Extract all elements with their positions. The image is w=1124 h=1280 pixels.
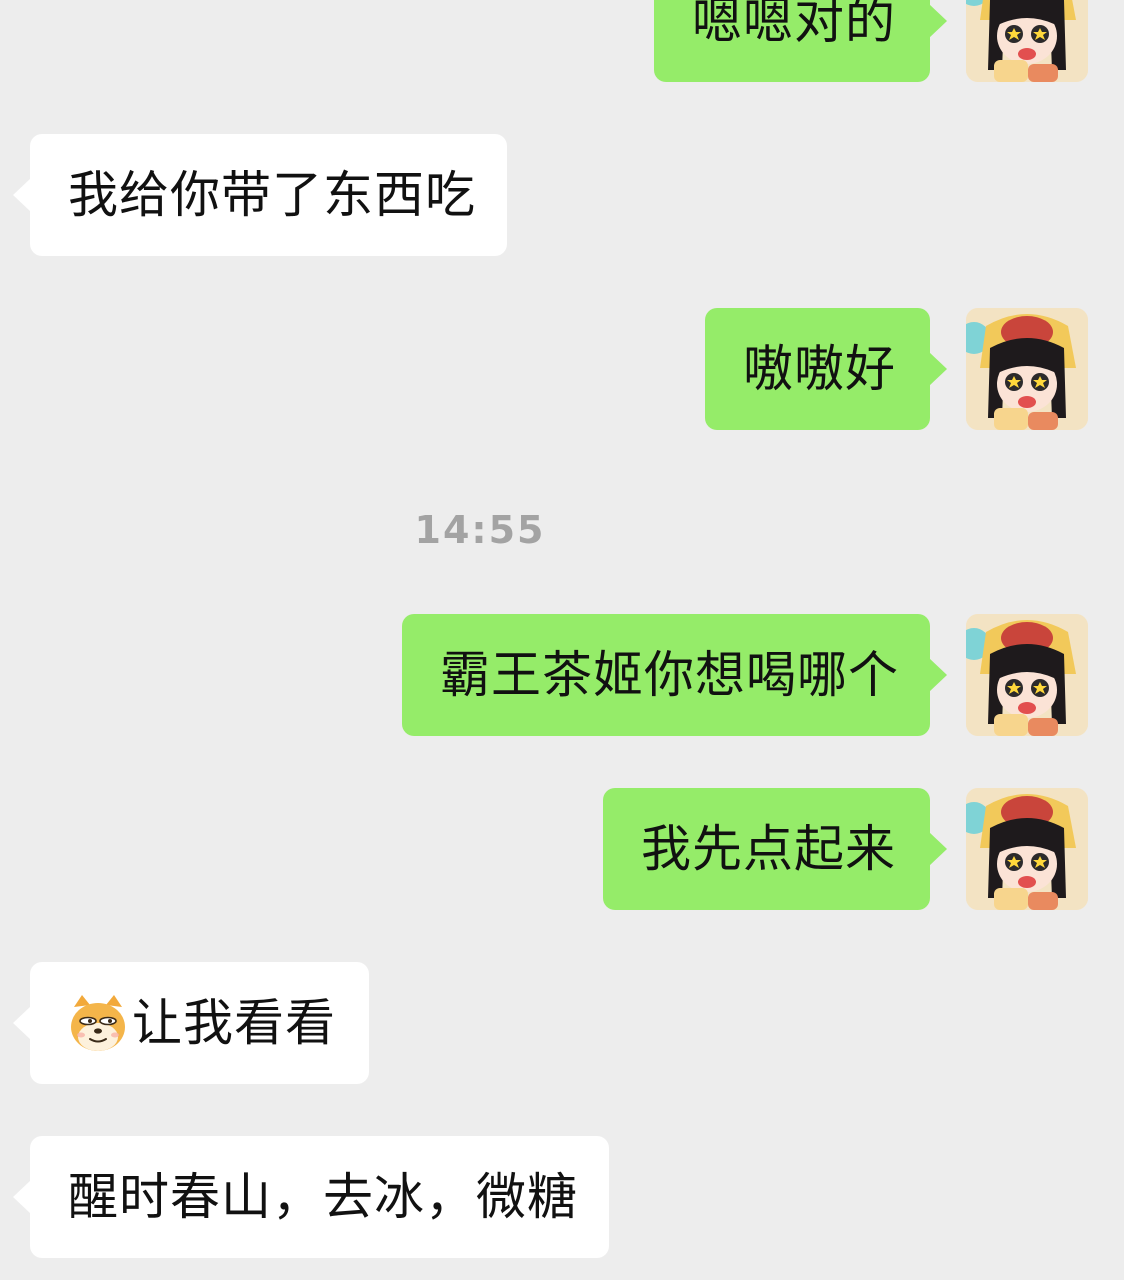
message-text: 霸王茶姬你想喝哪个	[440, 646, 899, 704]
message-text: 我给你带了东西吃	[68, 166, 476, 224]
message-bubble-outgoing[interactable]: 嗯嗯对的	[654, 0, 947, 82]
message-text: 让我看看	[132, 994, 336, 1052]
chat-message-list[interactable]: 嗯嗯对的 我给你带了东西吃 嗷嗷好 14:55 霸王茶姬你想喝哪个 我先点起来 …	[0, 0, 1124, 1280]
message-text: 醒时春山，去冰，微糖	[68, 1168, 578, 1226]
anime-girl-avatar-icon	[966, 0, 1088, 82]
anime-girl-avatar-icon	[966, 614, 1088, 736]
anime-girl-avatar-icon	[966, 308, 1088, 430]
message-timestamp: 14:55	[414, 508, 546, 552]
anime-girl-avatar-icon	[966, 788, 1088, 910]
doge-emoji-icon	[71, 994, 125, 1051]
message-text: 嗯嗯对的	[692, 0, 896, 50]
message-bubble-incoming[interactable]: 让我看看	[13, 962, 369, 1084]
message-bubble-incoming[interactable]: 醒时春山，去冰，微糖	[13, 1136, 609, 1258]
user-avatar[interactable]	[966, 614, 1088, 736]
message-bubble-outgoing[interactable]: 我先点起来	[603, 788, 947, 910]
message-bubble-outgoing[interactable]: 霸王茶姬你想喝哪个	[402, 614, 947, 736]
message-text: 我先点起来	[641, 820, 896, 878]
message-text: 嗷嗷好	[743, 340, 896, 398]
user-avatar[interactable]	[966, 0, 1088, 82]
message-bubble-outgoing[interactable]: 嗷嗷好	[705, 308, 947, 430]
message-bubble-incoming[interactable]: 我给你带了东西吃	[13, 134, 507, 256]
user-avatar[interactable]	[966, 788, 1088, 910]
user-avatar[interactable]	[966, 308, 1088, 430]
